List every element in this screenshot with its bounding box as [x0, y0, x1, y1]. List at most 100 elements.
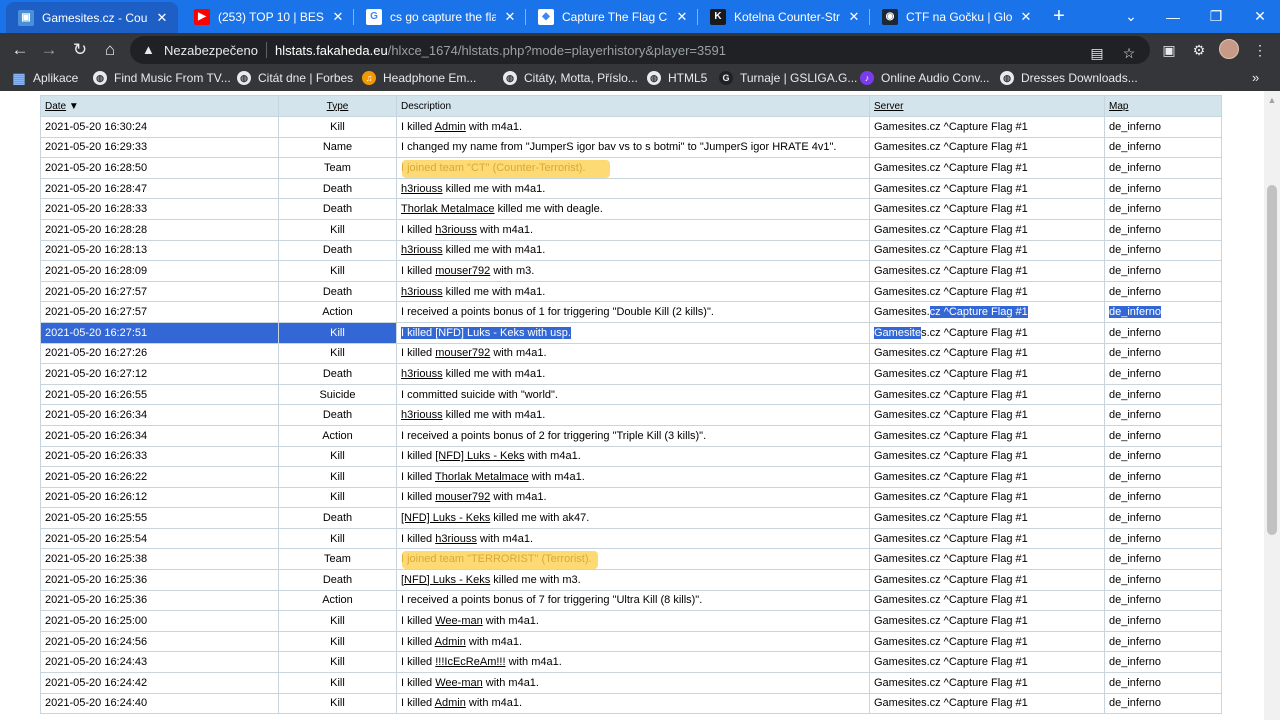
player-link[interactable]: h3riouss [401, 244, 443, 256]
address-bar[interactable]: ▲ Nezabezpečeno hlstats.fakaheda.eu /hlx… [130, 36, 1150, 64]
close-tab-icon[interactable]: ✕ [1018, 9, 1034, 25]
scrollbar-thumb[interactable] [1267, 185, 1277, 535]
sort-type-link[interactable]: Type [327, 101, 349, 112]
restore-icon[interactable]: ❐ [1196, 0, 1236, 33]
player-link[interactable]: h3riouss [401, 368, 443, 380]
date-cell: 2021-05-20 16:27:57 [40, 280, 279, 303]
browser-tab[interactable]: ◆ Capture The Flag CS 1.6 ✕ [526, 0, 698, 33]
browser-tab[interactable]: ▣ Gamesites.cz - Counter ✕ [6, 2, 178, 33]
close-window-icon[interactable]: ✕ [1240, 0, 1280, 33]
description-text: I killed [401, 120, 435, 133]
player-link[interactable]: h3riouss [401, 409, 443, 421]
google-icon: G [366, 8, 382, 25]
player-link[interactable]: [NFD] Luks - Keks [435, 450, 524, 462]
bookmark-star-icon[interactable]: ☆ [1120, 44, 1138, 62]
vertical-scrollbar[interactable]: ▲ [1264, 91, 1280, 720]
minimize-icon[interactable]: — [1153, 0, 1193, 33]
description-text: killed me with m4a1. [442, 182, 546, 195]
table-row: 2021-05-20 16:26:33 Kill I killed [NFD] Lu… [40, 445, 1222, 468]
browser-tab[interactable]: ▶ (253) TOP 10 | BEST EDI ✕ [182, 0, 354, 33]
bookmark-item[interactable]: ◍ HTML5 [647, 71, 707, 85]
new-tab-icon[interactable]: + [1048, 5, 1070, 27]
bookmark-item[interactable]: ▦ Aplikace [12, 70, 78, 86]
menu-kebab-icon[interactable]: ⋮ [1250, 40, 1270, 60]
browser-tab[interactable]: K Kotelna Counter-Strike ✕ [698, 0, 870, 33]
server-name: Gamesites.cz ^Capture Flag #1 [874, 450, 1028, 463]
description-cell: I killed Wee-man with m4a1. [396, 672, 870, 694]
scroll-up-arrow-icon[interactable]: ▲ [1264, 95, 1280, 107]
description-text: I killed [401, 491, 436, 504]
extension-save-icon[interactable]: ▣ [1159, 40, 1179, 60]
warning-icon[interactable]: ▲ [142, 43, 158, 57]
sort-server-link[interactable]: Server [874, 101, 903, 112]
server-name: Gamesites.cz ^Capture Flag #1 [874, 223, 1028, 236]
description-cell: I received a points bonus of 2 for trigg… [396, 424, 870, 447]
type-column-header[interactable]: Type [278, 95, 397, 117]
browser-tab[interactable]: Gcs go capture the flag ✕ [354, 0, 526, 33]
bookmark-item[interactable]: G Turnaje | GSLIGA.G... [719, 71, 857, 85]
server-cell: Gamesites.cz ^Capture Flag #1 [869, 404, 1105, 426]
bookmark-item[interactable]: ◍ Find Music From TV... [93, 71, 231, 85]
map-cell: de_inferno [1104, 672, 1222, 694]
player-link[interactable]: Admin [435, 636, 466, 648]
profile-menu-icon[interactable]: ⌄ [1111, 0, 1151, 33]
player-link[interactable]: [NFD] Luks - Keks [401, 512, 490, 524]
player-link[interactable]: Wee-man [435, 677, 482, 689]
bookmark-label: Citát dne | Forbes [258, 71, 354, 85]
close-tab-icon[interactable]: ✕ [502, 9, 518, 25]
map-cell: de_inferno [1104, 445, 1222, 468]
type-cell: Kill [278, 116, 397, 138]
description-cell: h3riouss killed me with m4a1. [396, 363, 870, 385]
home-icon[interactable]: ⌂ [98, 38, 122, 62]
player-link[interactable]: mouser792 [435, 347, 490, 359]
player-link[interactable]: Admin [435, 121, 466, 133]
player-link[interactable]: !!!IcEcReAm!!! [435, 656, 505, 668]
player-link[interactable]: mouser792 [435, 265, 490, 277]
extensions-puzzle-icon[interactable]: ⚙ [1189, 40, 1209, 60]
description-cell: I killed !!!IcEcReAm!!! with m4a1. [396, 651, 870, 674]
bookmark-item[interactable]: ◍ Citáty, Motta, Příslo... [503, 71, 638, 85]
bookmark-label: Find Music From TV... [114, 71, 231, 85]
server-column-header[interactable]: Server [869, 95, 1105, 117]
close-tab-icon[interactable]: ✕ [846, 9, 862, 25]
reload-icon[interactable]: ↻ [68, 38, 92, 62]
player-link[interactable]: mouser792 [435, 491, 490, 503]
bookmark-item[interactable]: ♫ Headphone Em... [362, 71, 476, 85]
close-tab-icon[interactable]: ✕ [674, 9, 690, 25]
description-text: with m4a1. [482, 676, 539, 689]
player-link[interactable]: Thorlak Metalmace [401, 203, 495, 215]
player-link[interactable]: h3riouss [435, 224, 477, 236]
profile-avatar[interactable] [1219, 39, 1239, 59]
description-cell: I killed h3riouss with m4a1. [396, 218, 870, 241]
bookmark-item[interactable]: ◍ Dresses Downloads... [1000, 71, 1138, 85]
close-tab-icon[interactable]: ✕ [154, 10, 170, 26]
back-arrow-icon[interactable]: ← [8, 38, 32, 62]
url-path[interactable]: /hlxce_1674/hlstats.php?mode=playerhisto… [388, 43, 726, 58]
player-link[interactable]: Thorlak Metalmace [435, 471, 529, 483]
player-link[interactable]: h3riouss [401, 183, 443, 195]
close-tab-icon[interactable]: ✕ [330, 9, 346, 25]
player-link[interactable]: h3riouss [435, 533, 477, 545]
player-link[interactable]: [NFD] Luks - Keks [401, 574, 490, 586]
forward-arrow-icon[interactable]: → [37, 38, 61, 62]
date-column-header[interactable]: Date ▼ [40, 95, 279, 117]
browser-tab[interactable]: ◉ CTF na Gočku | Global ✕ [870, 0, 1042, 33]
sort-map-link[interactable]: Map [1109, 101, 1128, 112]
map-column-header[interactable]: Map [1104, 95, 1222, 117]
url-host[interactable]: hlstats.fakaheda.eu [275, 43, 388, 58]
description-text: I killed [NFD] Luks - Keks with usp. [401, 326, 571, 339]
description-cell: I changed my name from "JumperS igor bav… [396, 136, 870, 159]
player-link[interactable]: Admin [435, 697, 466, 709]
player-link[interactable]: Wee-man [435, 615, 482, 627]
bookmarks-overflow-icon[interactable]: » [1252, 70, 1259, 85]
type-cell: Kill [278, 466, 397, 488]
type-cell: Kill [278, 260, 397, 282]
bookmark-item[interactable]: ◍ Citát dne | Forbes [237, 71, 353, 85]
player-link[interactable]: h3riouss [401, 286, 443, 298]
sort-date-link[interactable]: Date [45, 101, 66, 112]
server-cell: Gamesites.cz ^Capture Flag #1 [869, 157, 1105, 179]
date-cell: 2021-05-20 16:25:55 [40, 507, 279, 529]
bookmark-item[interactable]: ♪ Online Audio Conv... [860, 71, 990, 85]
translate-icon[interactable]: ▤ [1088, 44, 1106, 62]
security-label[interactable]: Nezabezpečeno [164, 43, 258, 58]
